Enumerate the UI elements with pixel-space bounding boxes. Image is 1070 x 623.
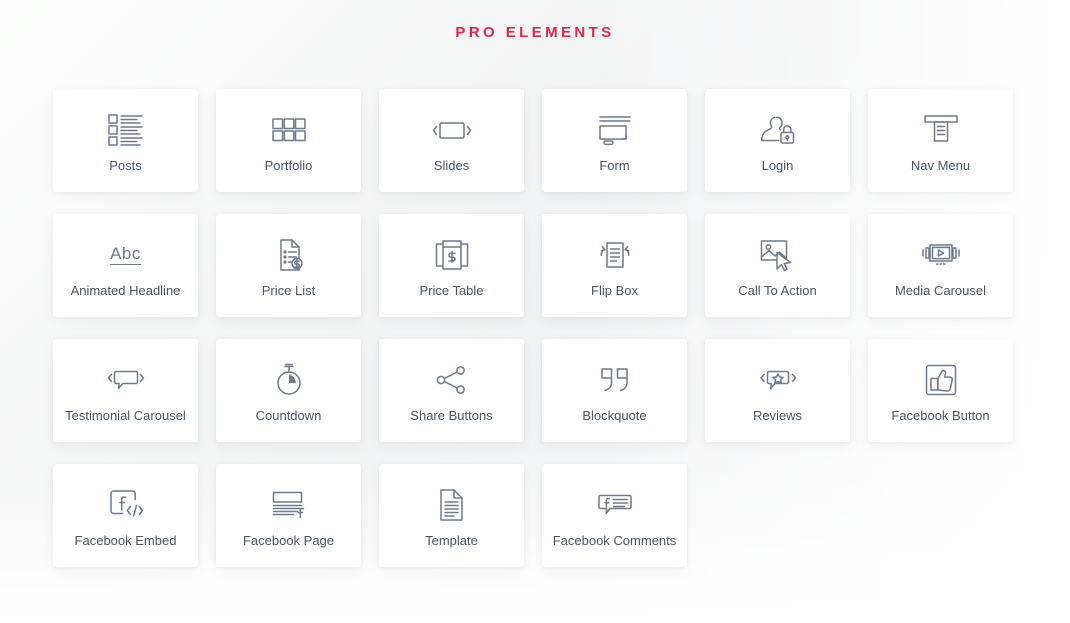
element-card[interactable]: Facebook Page <box>216 464 361 567</box>
element-label: Facebook Embed <box>74 532 177 548</box>
facebook-comment-bubble-icon <box>597 483 633 527</box>
page-title: PRO ELEMENTS <box>455 24 615 41</box>
element-label: Share Buttons <box>410 407 493 423</box>
element-card[interactable]: Testimonial Carousel <box>53 339 198 442</box>
element-label: Template <box>425 532 478 548</box>
element-label: Media Carousel <box>894 282 987 298</box>
element-label: Blockquote <box>582 407 647 423</box>
posts-list-icon <box>107 108 144 152</box>
element-label: Flip Box <box>591 282 638 298</box>
user-lock-icon <box>760 108 796 152</box>
abc-underline-icon: Abc <box>110 243 141 265</box>
element-card[interactable]: Price List <box>216 214 361 317</box>
thumbs-up-box-icon <box>925 358 957 402</box>
element-label: Countdown <box>255 407 322 423</box>
document-lines-icon <box>438 483 466 527</box>
element-label: Login <box>761 157 794 173</box>
element-card[interactable]: Template <box>379 464 524 567</box>
stopwatch-icon <box>274 358 304 402</box>
element-label: Price Table <box>419 282 484 298</box>
element-label: Portfolio <box>264 157 313 173</box>
image-cursor-icon <box>760 233 796 277</box>
element-card[interactable]: Facebook Comments <box>542 464 687 567</box>
element-card[interactable]: Countdown <box>216 339 361 442</box>
element-card[interactable]: Facebook Button <box>868 339 1013 442</box>
element-label: Facebook Page <box>242 532 335 548</box>
element-label: Facebook Comments <box>552 532 677 548</box>
element-card[interactable]: Form <box>542 89 687 192</box>
quotation-marks-icon <box>599 358 631 402</box>
grid-squares-icon <box>271 108 306 152</box>
element-card[interactable]: Abc Animated Headline <box>53 214 198 317</box>
nav-menu-dropdown-icon <box>923 108 958 152</box>
form-fields-icon <box>597 108 633 152</box>
element-card[interactable]: Nav Menu <box>868 89 1013 192</box>
document-price-list-icon <box>275 233 303 277</box>
element-card[interactable]: Blockquote <box>542 339 687 442</box>
speech-bubble-arrows-icon <box>106 358 146 402</box>
element-label: Form <box>599 157 630 173</box>
price-table-dollar-icon <box>435 233 469 277</box>
share-network-icon <box>436 358 468 402</box>
element-label: Call To Action <box>738 282 817 298</box>
element-card[interactable]: Price Table <box>379 214 524 317</box>
element-card[interactable]: Posts <box>53 89 198 192</box>
element-card[interactable]: Facebook Embed <box>53 464 198 567</box>
slides-arrows-icon <box>432 108 472 152</box>
facebook-page-lines-icon <box>272 483 306 527</box>
pro-elements-page: PRO ELEMENTS Posts Portfolio Slides Form… <box>0 0 1070 623</box>
element-label: Posts <box>109 157 142 173</box>
element-card[interactable]: Login <box>705 89 850 192</box>
star-bubble-arrows-icon <box>758 358 798 402</box>
element-label: Slides <box>433 157 470 173</box>
element-label: Nav Menu <box>910 157 971 173</box>
facebook-code-box-icon <box>109 483 143 527</box>
element-card[interactable]: Flip Box <box>542 214 687 317</box>
element-card[interactable]: Reviews <box>705 339 850 442</box>
element-card[interactable]: Share Buttons <box>379 339 524 442</box>
element-label: Reviews <box>752 407 803 423</box>
element-label: Testimonial Carousel <box>65 407 186 423</box>
flip-box-rotate-icon <box>596 233 634 277</box>
media-play-frame-icon <box>921 233 961 277</box>
element-card[interactable]: Portfolio <box>216 89 361 192</box>
elements-grid: Posts Portfolio Slides Form Login Nav Me… <box>53 89 1018 567</box>
element-label: Facebook Button <box>891 407 990 423</box>
element-label: Animated Headline <box>70 282 181 298</box>
element-card[interactable]: Call To Action <box>705 214 850 317</box>
element-label: Price List <box>261 282 316 298</box>
element-card[interactable]: Slides <box>379 89 524 192</box>
element-card[interactable]: Media Carousel <box>868 214 1013 317</box>
